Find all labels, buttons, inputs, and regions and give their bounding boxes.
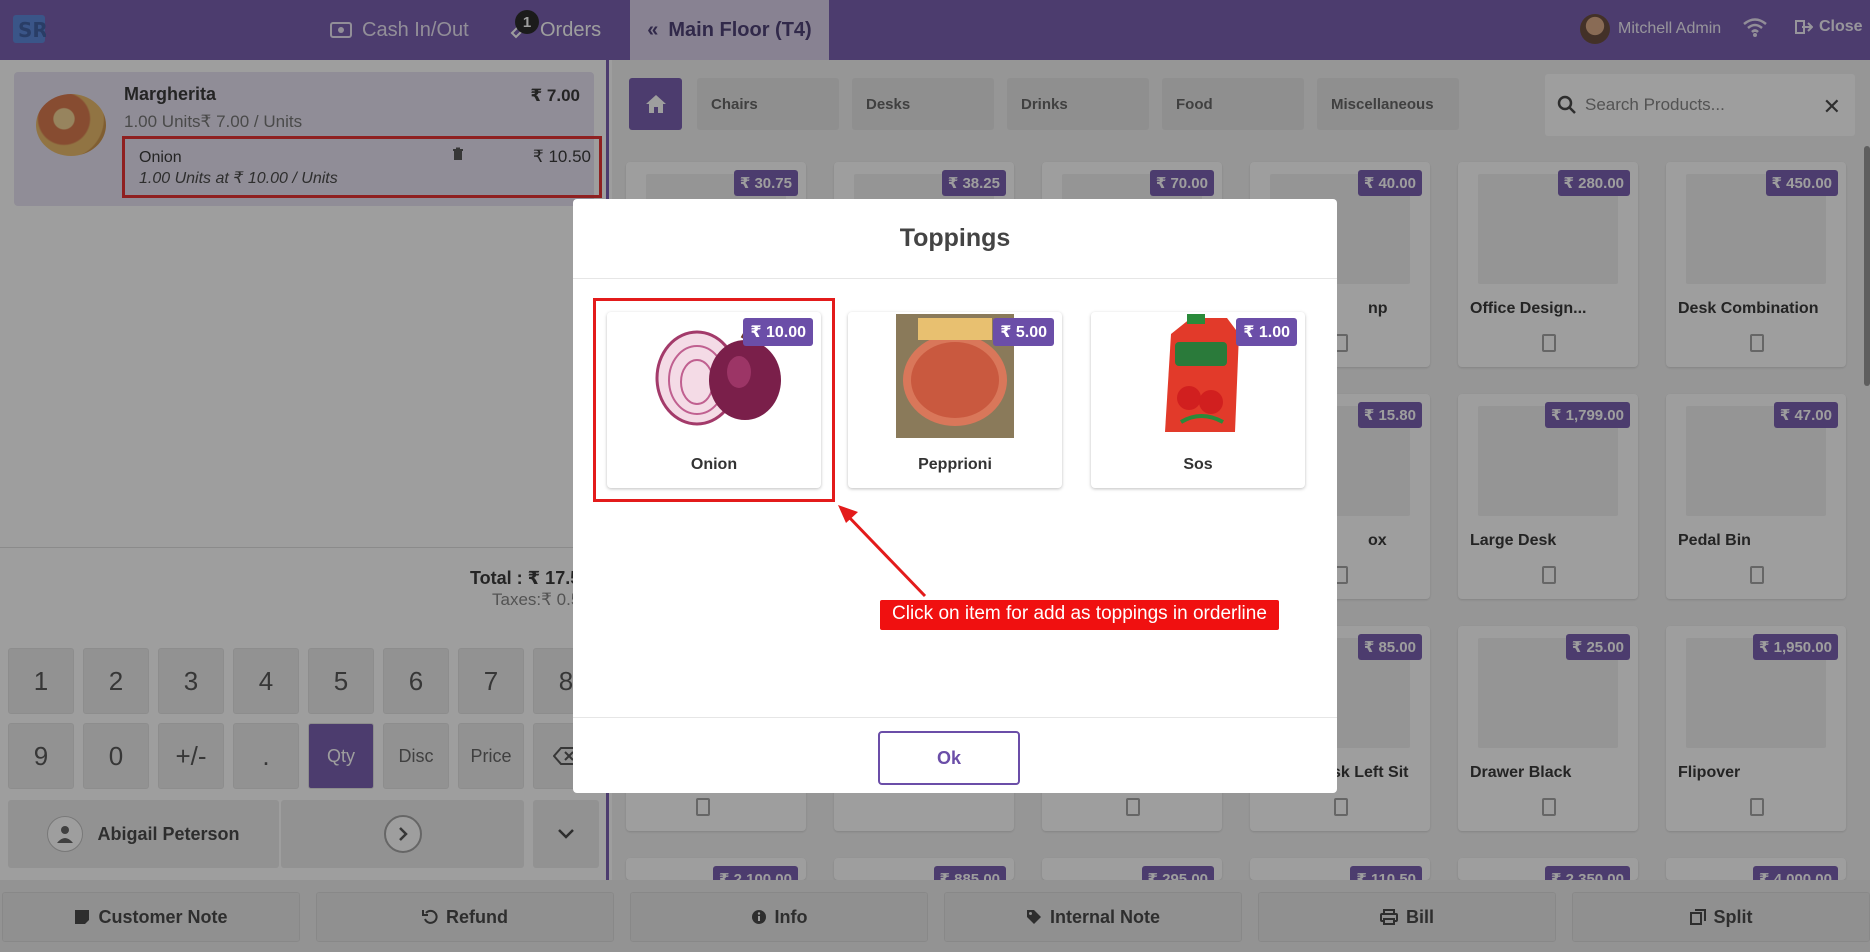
topping-name: Sos [1183,456,1213,473]
ok-button[interactable]: Ok [878,731,1020,785]
dialog-footer: Ok [573,717,1337,793]
annotation-label: Click on item for add as toppings in ord… [880,600,1279,630]
topping-price: ₹ 5.00 [993,318,1054,346]
topping-name: Pepprioni [918,456,992,473]
topping-card-sos[interactable]: ₹ 1.00 Sos [1091,312,1305,488]
topping-name: Onion [690,456,738,473]
dialog-title: Toppings [573,199,1337,279]
topping-price: ₹ 10.00 [743,318,813,346]
topping-card-pepprioni[interactable]: ₹ 5.00 Pepprioni [848,312,1062,488]
topping-card-onion[interactable]: ₹ 10.00 Onion [607,312,821,488]
topping-price: ₹ 1.00 [1236,318,1297,346]
toppings-dialog: Toppings ₹ 10.00 Onion ₹ 5.00 Pepprioni [573,199,1337,793]
